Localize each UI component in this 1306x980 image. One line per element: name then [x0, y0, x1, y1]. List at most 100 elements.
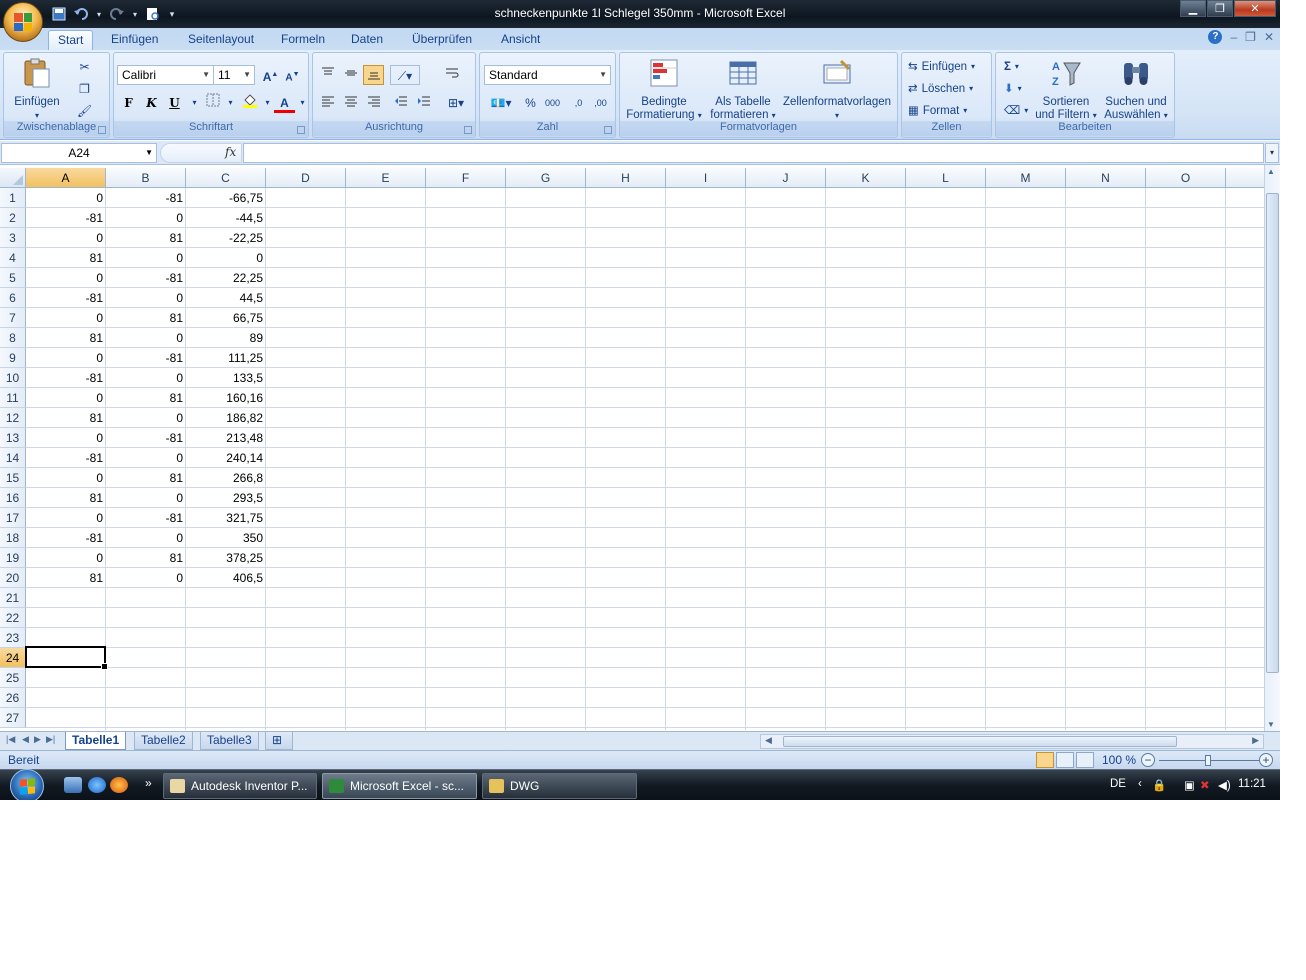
align-top-icon[interactable] [317, 65, 338, 85]
worksheet-grid[interactable]: ABCDEFGHIJKLMNO 1 2 3 4 5 6 7 8 9 10 11 12 13 14 15 16 1… [0, 168, 1264, 730]
merge-center-icon[interactable]: ⊞▾ [441, 93, 471, 113]
tray-alert-icon[interactable]: ✖ [1200, 778, 1210, 792]
first-sheet-icon[interactable]: |◀ [6, 734, 15, 745]
delete-cells-button[interactable]: ⇄ Löschen ▾ [908, 80, 973, 98]
tab-start[interactable]: Start [48, 30, 94, 50]
active-cell[interactable] [25, 646, 108, 670]
cell-b18[interactable]: 0 [106, 528, 183, 548]
cell-c6[interactable]: 44,5 [186, 288, 263, 308]
tab-formeln[interactable]: Formeln [272, 30, 334, 50]
cell-c11[interactable]: 160,16 [186, 388, 263, 408]
cell-c2[interactable]: -44,5 [186, 208, 263, 228]
decrease-decimal-button[interactable]: ,00 [590, 93, 611, 113]
scroll-right-icon[interactable]: ▶ [1252, 735, 1259, 746]
row-header-8[interactable]: 8 [0, 328, 26, 348]
row-header-5[interactable]: 5 [0, 268, 26, 288]
taskbar-button-excel[interactable]: Microsoft Excel - sc... [322, 773, 477, 799]
clear-button[interactable]: ⌫ ▾ [1004, 102, 1028, 120]
cell-b9[interactable]: -81 [106, 348, 183, 368]
cell-b2[interactable]: 0 [106, 208, 183, 228]
cell-a1[interactable]: 0 [26, 188, 103, 208]
cell-c20[interactable]: 406,5 [186, 568, 263, 588]
column-header-f[interactable]: F [426, 168, 506, 188]
decrease-indent-icon[interactable] [390, 93, 411, 113]
volume-icon[interactable]: ◀) [1218, 778, 1231, 792]
format-cells-button[interactable]: ▦ Format ▾ [908, 102, 967, 120]
font-color-dropdown-icon[interactable]: ▾ [292, 93, 313, 113]
wrap-text-icon[interactable] [441, 65, 462, 85]
workbook-restore-icon[interactable]: ❐ [1245, 30, 1256, 44]
cell-a13[interactable]: 0 [26, 428, 103, 448]
more-quicklaunch-icon[interactable]: » [145, 776, 152, 790]
cell-c4[interactable]: 0 [186, 248, 263, 268]
row-header-20[interactable]: 20 [0, 568, 26, 588]
cell-b1[interactable]: -81 [106, 188, 183, 208]
zoom-thumb[interactable] [1205, 755, 1211, 766]
column-header-a[interactable]: A [26, 168, 106, 188]
cell-b10[interactable]: 0 [106, 368, 183, 388]
column-header-h[interactable]: H [586, 168, 666, 188]
cell-b20[interactable]: 0 [106, 568, 183, 588]
scroll-down-icon[interactable]: ▼ [1267, 720, 1275, 729]
cell-a12[interactable]: 81 [26, 408, 103, 428]
select-all-button[interactable] [0, 168, 26, 188]
cell-a17[interactable]: 0 [26, 508, 103, 528]
insert-cells-button[interactable]: ⇆ Einfügen ▾ [908, 58, 975, 76]
row-header-19[interactable]: 19 [0, 548, 26, 568]
cell-a19[interactable]: 0 [26, 548, 103, 568]
cell-c15[interactable]: 266,8 [186, 468, 263, 488]
find-select-button[interactable]: Suchen und Auswählen ▾ [1100, 57, 1172, 122]
sort-filter-button[interactable]: AZ Sortieren und Filtern ▾ [1032, 57, 1100, 122]
column-header-o[interactable]: O [1146, 168, 1226, 188]
cell-c3[interactable]: -22,25 [186, 228, 263, 248]
cell-c1[interactable]: -66,75 [186, 188, 263, 208]
row-header-9[interactable]: 9 [0, 348, 26, 368]
row-header-24[interactable]: 24 [0, 648, 26, 668]
row-header-23[interactable]: 23 [0, 628, 26, 648]
cell-a7[interactable]: 0 [26, 308, 103, 328]
cell-b12[interactable]: 0 [106, 408, 183, 428]
align-middle-icon[interactable] [340, 65, 361, 85]
normal-view-icon[interactable] [1036, 752, 1054, 768]
alignment-dialog-launcher-icon[interactable] [464, 126, 472, 134]
cell-c10[interactable]: 133,5 [186, 368, 263, 388]
name-box[interactable]: A24 ▼ [1, 143, 157, 163]
autosum-button[interactable]: Σ ▾ [1004, 58, 1019, 76]
column-header-m[interactable]: M [986, 168, 1066, 188]
clipboard-dialog-launcher-icon[interactable] [98, 126, 106, 134]
row-header-21[interactable]: 21 [0, 588, 26, 608]
cell-b4[interactable]: 0 [106, 248, 183, 268]
cell-styles-button[interactable]: Zellenformatvorlagen ▾ [780, 57, 894, 122]
sheet-tab-tabelle1[interactable]: Tabelle1 [65, 732, 127, 750]
cell-a5[interactable]: 0 [26, 268, 103, 288]
cell-c18[interactable]: 350 [186, 528, 263, 548]
row-header-1[interactable]: 1 [0, 188, 26, 208]
column-header-d[interactable]: D [266, 168, 346, 188]
show-desktop-icon[interactable] [64, 777, 82, 793]
row-header-25[interactable]: 25 [0, 668, 26, 688]
cell-b13[interactable]: -81 [106, 428, 183, 448]
cut-icon[interactable]: ✂ [74, 57, 95, 77]
expand-formula-bar-icon[interactable]: ▾ [1265, 143, 1279, 163]
tab-daten[interactable]: Daten [342, 30, 392, 50]
page-layout-view-icon[interactable] [1056, 752, 1074, 768]
taskbar-button-inventor[interactable]: Autodesk Inventor P... [163, 773, 317, 799]
align-center-icon[interactable] [340, 93, 361, 113]
zoom-out-icon[interactable]: − [1141, 753, 1155, 767]
copy-icon[interactable]: ❐ [74, 79, 95, 99]
column-header-l[interactable]: L [906, 168, 986, 188]
borders-dropdown-icon[interactable]: ▾ [220, 93, 241, 113]
row-header-3[interactable]: 3 [0, 228, 26, 248]
bold-button[interactable]: F [118, 93, 139, 113]
office-button[interactable] [3, 2, 43, 42]
paste-button[interactable]: Einfügen ▾ [10, 57, 64, 122]
percent-style-button[interactable]: % [520, 93, 541, 113]
cell-c13[interactable]: 213,48 [186, 428, 263, 448]
zoom-level[interactable]: 100 % [1102, 753, 1136, 767]
cell-a18[interactable]: -81 [26, 528, 103, 548]
tab-ueberpruefen[interactable]: Überprüfen [403, 30, 481, 50]
minimize-icon[interactable]: ▁ [1180, 0, 1206, 17]
cell-a11[interactable]: 0 [26, 388, 103, 408]
row-header-7[interactable]: 7 [0, 308, 26, 328]
cell-b5[interactable]: -81 [106, 268, 183, 288]
